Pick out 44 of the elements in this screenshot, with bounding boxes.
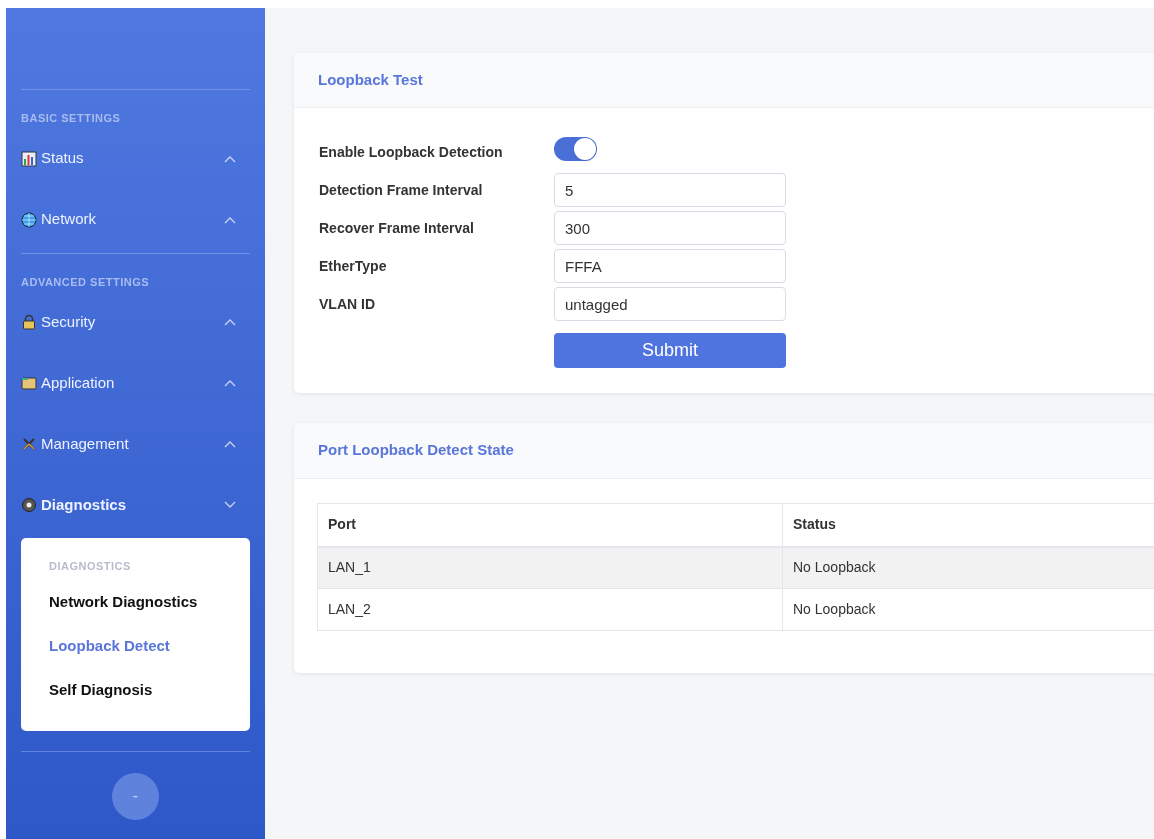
table-cell: LAN_2 [317,588,783,631]
nav-item[interactable]: Status [21,138,250,179]
submenu-item[interactable]: Loopback Detect [49,634,222,679]
nav-item[interactable]: Network [21,199,250,240]
chevron-up-icon [224,215,236,224]
table-cell: LAN_1 [317,546,783,589]
input-field[interactable]: FFFA [554,249,786,283]
submenu-heading: DIAGNOSTICS [49,559,132,574]
nav-item[interactable]: Application [21,363,250,403]
section-heading: BASIC SETTINGS [21,111,122,126]
chevron-up-icon [224,318,236,326]
chevron-down-icon [224,501,236,509]
gear-icon [21,497,37,513]
input-field[interactable]: 300 [554,211,786,245]
card-title: Loopback Test [318,69,423,90]
table-cell: No Loopback [782,546,1154,589]
globe-icon [21,211,37,228]
field-label: Enable Loopback Detection [319,143,504,162]
nav-item[interactable]: Diagnostics [21,485,250,525]
chevron-up-icon [224,440,236,448]
column-header: Status [782,503,1154,547]
collapse-button[interactable]: - [112,772,159,820]
tools-icon [21,436,37,452]
toggle-switch[interactable] [554,137,597,161]
padlock-icon [21,314,37,330]
submenu-item[interactable]: Network Diagnostics [49,590,222,635]
card-title: Port Loopback Detect State [318,440,514,461]
column-header: Port [317,503,783,547]
folder-icon [21,375,37,391]
table-cell: No Loopback [782,588,1154,631]
field-label: Recover Frame Interval [319,219,475,238]
submenu-item[interactable]: Self Diagnosis [49,678,222,723]
section-heading: ADVANCED SETTINGS [21,274,151,290]
chevron-up-icon [224,379,236,387]
input-field[interactable]: untagged [554,287,786,321]
field-label: VLAN ID [319,295,376,314]
field-label: EtherType [319,257,388,276]
input-field[interactable]: 5 [554,173,786,207]
submit-button[interactable]: Submit [554,333,786,368]
chevron-up-icon [224,154,236,163]
nav-item[interactable]: Management [21,424,250,464]
nav-item[interactable]: Security [21,302,250,342]
bar-chart-icon [21,150,37,167]
field-label: Detection Frame Interval [319,181,484,200]
